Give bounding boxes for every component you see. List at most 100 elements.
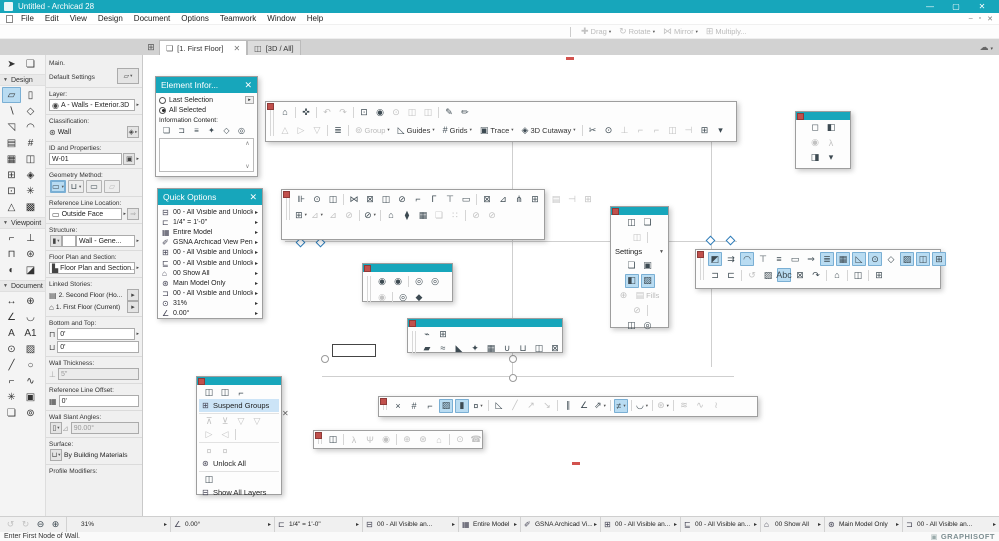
toolbar-close-icon[interactable] [267, 103, 274, 110]
qo-layer-combination[interactable]: ⊟ 00 - All Visible and Unlocked ▸ [159, 207, 261, 217]
qo-dimensions[interactable]: ⊐ 00 - All Visible and Unlocked ▸ [159, 289, 261, 299]
tab-overview-icon[interactable]: ⊞ [143, 40, 159, 55]
rotate-cmd-icon[interactable]: ↻ Rotate ▾ [616, 25, 658, 39]
sketch-up-icon[interactable]: ↗ [524, 399, 538, 413]
settings-dropdown[interactable]: Settings ▼ [611, 245, 668, 258]
intersect-icon[interactable]: ⌐ [650, 123, 664, 137]
move-edit-icon[interactable]: ⊠ [480, 192, 494, 206]
toolbar-close-icon[interactable] [409, 319, 416, 327]
toolbar-close-icon[interactable] [198, 377, 205, 385]
mirror-cmd-icon[interactable]: ⋈ Mirror ▾ [660, 25, 701, 39]
toolbox-section-document[interactable]: ▼ Document [0, 280, 45, 292]
curve-constraint-icon[interactable]: ◡ ▾ [635, 399, 649, 413]
rotate-text-icon[interactable]: ↺ [745, 268, 759, 282]
qo-zoom[interactable]: ⊙ 31% ▸ [159, 299, 261, 309]
line-tool-icon[interactable]: ╱ [2, 357, 21, 373]
palette-close-icon[interactable]: ✕ [282, 409, 289, 418]
zone-tool-icon[interactable]: ⊙ [2, 341, 21, 357]
lock-elements-icon[interactable]: ¤ [202, 444, 216, 458]
menu-window[interactable]: Window [267, 14, 295, 23]
grids-menu-icon[interactable]: # Grids ▾ [440, 123, 475, 137]
more-dots-icon[interactable]: ∷ [448, 208, 462, 222]
view-folder-icon[interactable]: ❏ [641, 216, 655, 230]
story-bottom-button[interactable]: ▸ [127, 301, 139, 313]
railing-tool-icon[interactable]: # [21, 135, 40, 151]
info-size-icon[interactable]: ◇ [220, 125, 233, 136]
offset-constraint-icon[interactable]: ⊛ ▾ [656, 399, 670, 413]
wall-direction-icon[interactable]: ⇉ [724, 252, 738, 266]
info-location-icon[interactable]: ◎ [235, 125, 248, 136]
view-cube-icon[interactable]: ◨ [808, 151, 822, 165]
composites-icon[interactable]: ≈ [436, 341, 450, 355]
qo-scale[interactable]: ⊏ 1/4" = 1'-0" ▸ [159, 217, 261, 227]
palette-title-bar[interactable] [408, 319, 562, 327]
solid-operations-icon[interactable]: ⊪ [294, 192, 308, 206]
story-top-button[interactable]: ▸ [127, 289, 139, 301]
perspective-icon[interactable]: ◧ [824, 121, 838, 135]
zoom-next-icon[interactable]: ↻ [19, 518, 32, 531]
doc-minimize-icon[interactable]: – [969, 15, 973, 22]
gm-rotated-rectangle-icon[interactable]: ▱ [104, 180, 120, 193]
intersect-edit-icon[interactable]: ◫ [379, 192, 393, 206]
sketch-down-icon[interactable]: ↘ [540, 399, 554, 413]
pickup-settings-icon[interactable]: ⊿ [326, 208, 340, 222]
chamfer-edit-icon[interactable]: Γ [427, 192, 441, 206]
mesh-tool-icon[interactable]: ▩ [21, 199, 40, 215]
grid-anno-icon[interactable]: ⊞ [932, 252, 946, 266]
surfaces-attr-icon[interactable]: ∪ [500, 341, 514, 355]
sb-pens[interactable]: ✐ GSNA Archicad Vi... ▸ [520, 517, 600, 532]
book-anno-icon[interactable]: ◫ [851, 268, 865, 282]
resize-icon[interactable]: ◫ [666, 123, 680, 137]
line-types-icon[interactable]: ▦ [484, 341, 498, 355]
fill-anno-icon[interactable]: ▨ [900, 252, 914, 266]
menu-options[interactable]: Options [181, 14, 209, 23]
building-materials-icon[interactable]: ▰ [420, 341, 434, 355]
parallel-constraint-icon[interactable]: ∥ [561, 399, 575, 413]
label-tool-icon[interactable]: A1 [21, 325, 40, 341]
update-view-icon[interactable]: ⊘ [630, 304, 644, 318]
level-dimension-tool-icon[interactable]: ⊕ [21, 293, 40, 309]
guides-menu-icon[interactable]: ◺ Guides ▾ [395, 123, 438, 137]
distribute-edit-icon[interactable]: ⊣ [565, 192, 579, 206]
gm-single-icon[interactable]: ▭ ▾ [50, 180, 66, 193]
toolbar-close-icon[interactable] [697, 251, 704, 258]
layer-assign-icon[interactable]: ❏ [432, 208, 446, 222]
more-edit-icon[interactable]: ⊞ [698, 123, 712, 137]
get-view-parameters-icon[interactable]: ⊕ [617, 289, 631, 303]
marquee-tool-icon[interactable]: ❏ [21, 56, 40, 72]
spline-tool-icon[interactable]: ∿ [21, 373, 40, 389]
arc-wall-icon[interactable]: ◠ [740, 252, 754, 266]
organize-anno-icon[interactable]: ⊞ [872, 268, 886, 282]
palette-title-bar[interactable]: Quick Options ✕ [158, 189, 262, 205]
minimize-button[interactable]: — [917, 2, 943, 11]
close-icon[interactable]: ✕ [244, 80, 252, 91]
save-visibility-icon[interactable]: ◆ [412, 290, 426, 304]
edit-view-icon[interactable]: ▨ [640, 273, 655, 288]
radial-dimension-tool-icon[interactable]: ◡ [21, 309, 40, 325]
last-selection-radio[interactable]: Last Selection ▸ [159, 95, 254, 105]
scroll-up-icon[interactable]: ∧ [245, 140, 249, 147]
maximize-button[interactable]: ▢ [943, 2, 969, 11]
target-anno-icon[interactable]: ⊙ [868, 252, 882, 266]
sb-mvo[interactable]: ⊞ 00 - All Visible an... ▸ [600, 517, 680, 532]
close-icon[interactable]: ✕ [249, 192, 257, 203]
palette-menu-icon[interactable]: ▸ [245, 96, 254, 104]
beam-tool-icon[interactable]: ∖ [2, 103, 21, 119]
toolbar-close-icon[interactable] [380, 398, 387, 405]
text-tool-icon[interactable]: A [2, 325, 21, 341]
profiles-attr-icon[interactable]: ◫ [532, 341, 546, 355]
multiply-edit-icon[interactable]: ⊞ [528, 192, 542, 206]
elevation-tool-icon[interactable]: ⊥ [21, 230, 40, 246]
operation-profiles-icon[interactable]: ⊠ [548, 341, 562, 355]
resize-edit-icon[interactable]: ⊤ [443, 192, 457, 206]
split-edit-icon[interactable]: ⋈ [347, 192, 361, 206]
redo-icon[interactable]: ↷ [336, 105, 350, 119]
doc-restore-icon[interactable]: ▫ [979, 15, 981, 22]
bottom-offset-input[interactable]: 0' [57, 341, 139, 353]
polyline-tool-icon[interactable]: ⌐ [2, 373, 21, 389]
walkthrough-icon[interactable]: λ [347, 433, 361, 447]
apply-visibility-icon[interactable]: ◎ [396, 290, 410, 304]
offset-popup-icon[interactable]: ▸ [136, 331, 139, 337]
pan-icon[interactable]: ✜ [299, 105, 313, 119]
toolbar-close-icon[interactable] [315, 432, 322, 439]
